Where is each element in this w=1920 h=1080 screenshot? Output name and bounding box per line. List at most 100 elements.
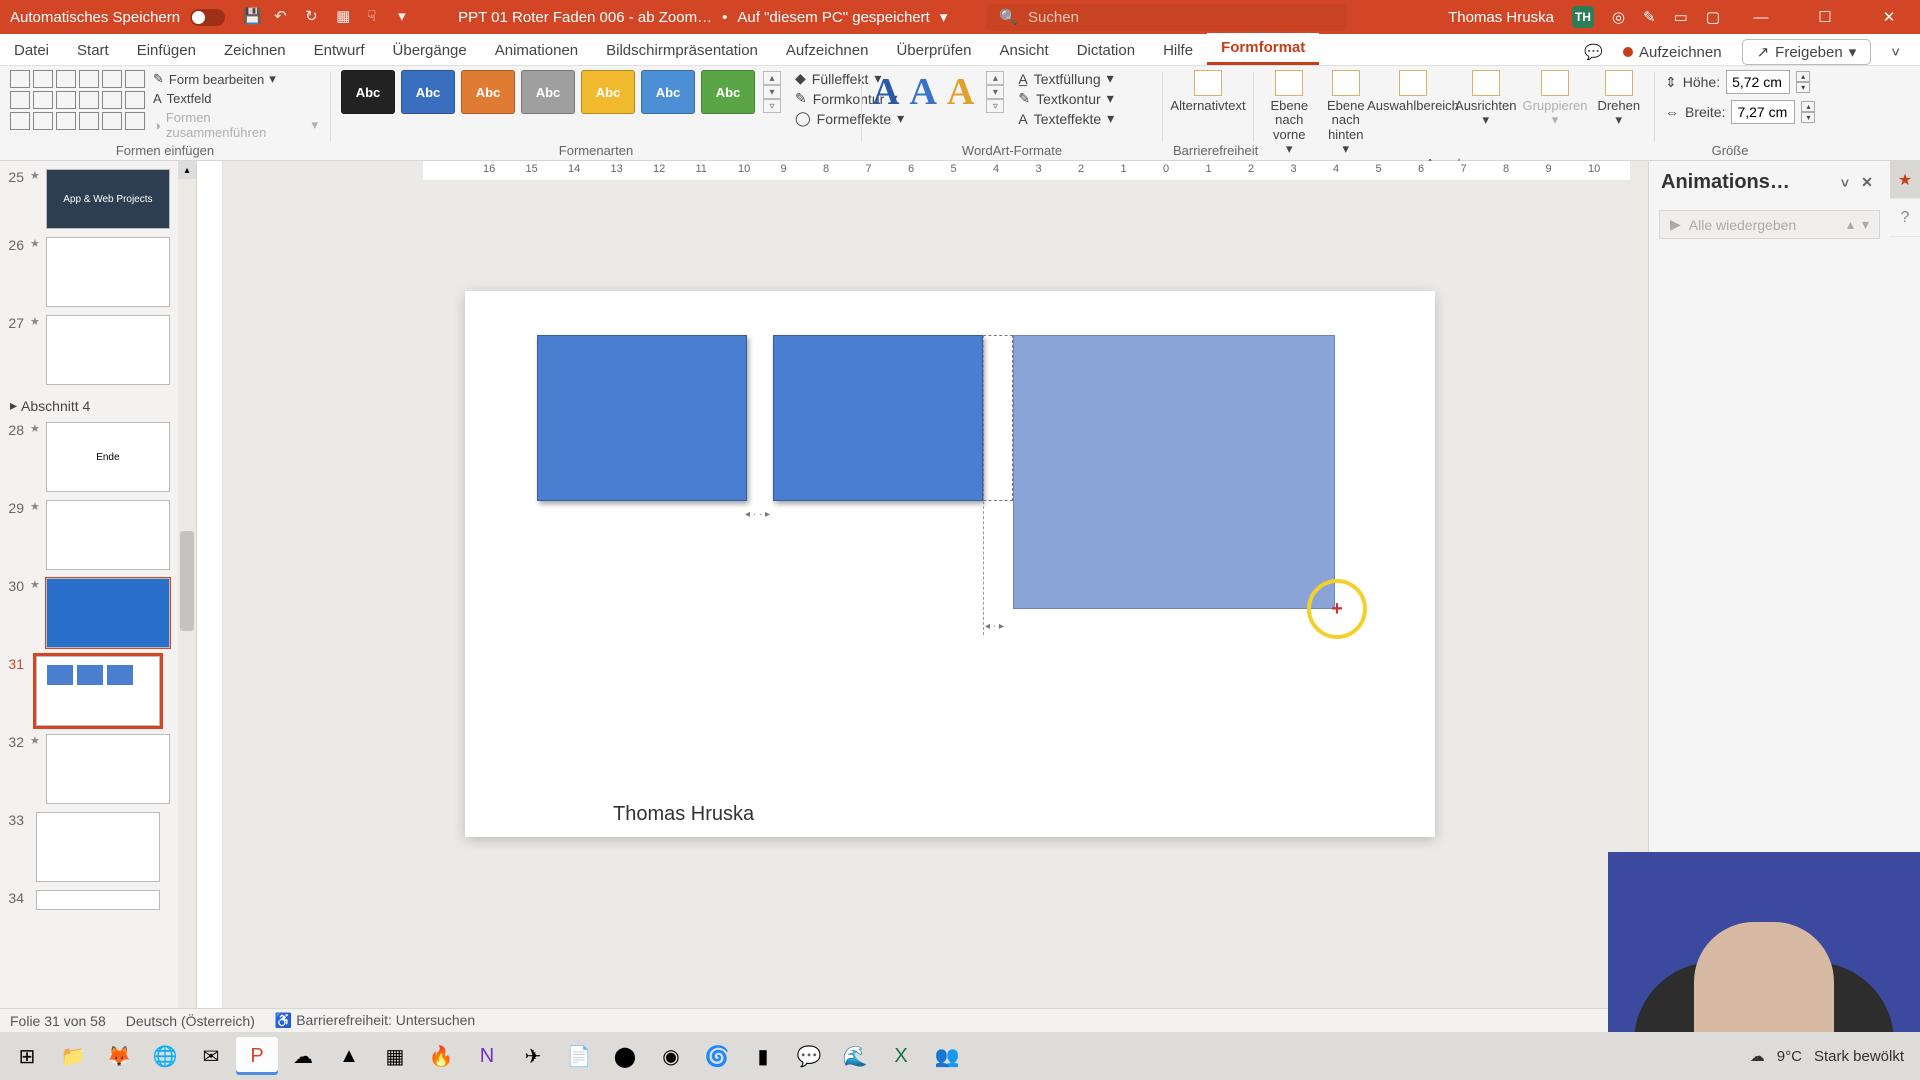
collapse-ribbon-icon[interactable]: ˅ [1891, 44, 1900, 61]
style-swatch-4[interactable]: Abc [521, 70, 575, 114]
tb-outlook[interactable]: ✉ [190, 1037, 232, 1075]
animpane-close-icon[interactable]: ✕ [1856, 172, 1878, 194]
gallery-scroll[interactable]: ▴▾▿ [763, 71, 781, 113]
present-icon[interactable]: ◎ [1612, 8, 1625, 26]
tb-firefox[interactable]: 🦊 [98, 1037, 140, 1075]
shapes-gallery[interactable] [10, 70, 145, 130]
tab-datei[interactable]: Datei [0, 36, 63, 65]
saved-location[interactable]: Auf "diesem PC" gespeichert [737, 9, 929, 26]
autosave-toggle[interactable] [190, 9, 225, 26]
slide-thumb-32[interactable] [46, 734, 170, 804]
shape-rect-drawing[interactable] [1013, 335, 1335, 609]
style-swatch-1[interactable]: Abc [341, 70, 395, 114]
tab-hilfe[interactable]: Hilfe [1149, 36, 1207, 65]
tb-chrome[interactable]: 🌐 [144, 1037, 186, 1075]
share-button[interactable]: ↗ Freigeben ▾ [1742, 39, 1872, 65]
save-icon[interactable]: 💾 [243, 7, 263, 27]
selection-pane-button[interactable]: Auswahlbereich [1377, 70, 1449, 113]
align-button[interactable]: Ausrichten▾ [1455, 70, 1516, 128]
slidepanel-scrollbar[interactable]: ▴ ▾ [178, 161, 196, 1050]
start-button[interactable]: ⊞ [6, 1037, 48, 1075]
slide-thumb-33[interactable] [36, 812, 160, 882]
edit-shape-button[interactable]: ✎Form bearbeiten ▾ [151, 70, 320, 88]
style-swatch-6[interactable]: Abc [641, 70, 695, 114]
width-spinner[interactable]: ▴▾ [1801, 101, 1815, 123]
tb-app6[interactable]: 🌀 [696, 1037, 738, 1075]
style-swatch-3[interactable]: Abc [461, 70, 515, 114]
slide-thumb-26[interactable] [46, 237, 170, 307]
tab-animationen[interactable]: Animationen [481, 36, 592, 65]
tb-app3[interactable]: 🔥 [420, 1037, 462, 1075]
tb-app1[interactable]: ☁ [282, 1037, 324, 1075]
width-input[interactable] [1731, 100, 1795, 124]
ribbon-opts-icon[interactable]: ▢ [1706, 8, 1720, 26]
style-swatch-2[interactable]: Abc [401, 70, 455, 114]
wordart-3[interactable]: A [947, 70, 974, 114]
redo-icon[interactable]: ↻ [305, 7, 325, 27]
draw-icon[interactable]: ✎ [1643, 8, 1656, 26]
maximize-button[interactable]: ☐ [1802, 0, 1848, 34]
undo-icon[interactable]: ↶ [274, 7, 294, 27]
slide-thumb-30[interactable] [46, 578, 170, 648]
qat-more-icon[interactable]: ▾ [398, 7, 418, 27]
style-swatch-7[interactable]: Abc [701, 70, 755, 114]
wordart-2[interactable]: A [909, 70, 936, 114]
slide-thumb-31[interactable] [36, 656, 160, 726]
slide-thumb-25[interactable]: App & Web Projects [46, 169, 170, 229]
height-spinner[interactable]: ▴▾ [1796, 71, 1810, 93]
system-tray[interactable]: ☁ 9°C Stark bewölkt [1750, 1047, 1914, 1065]
canvas-area[interactable]: 1615141312111098765432101234567891011121… [197, 161, 1648, 1050]
record-button[interactable]: Aufzeichnen [1623, 44, 1722, 61]
tb-explorer[interactable]: 📁 [52, 1037, 94, 1075]
tb-telegram[interactable]: ✈ [512, 1037, 554, 1075]
slide-canvas[interactable]: ◂ · · ▸ ◂ · ▸ Thomas Hruska [465, 291, 1435, 837]
sidetab-animations[interactable]: ★ [1890, 161, 1920, 199]
window-icon[interactable]: ▭ [1674, 8, 1688, 26]
rotate-button[interactable]: Drehen▾ [1594, 70, 1645, 128]
tab-formformat[interactable]: Formformat [1207, 33, 1319, 65]
height-input[interactable] [1726, 70, 1790, 94]
slide-panel[interactable]: 25★ App & Web Projects 26★ 27★ ▸ Abschni… [0, 161, 197, 1050]
text-fill-button[interactable]: A̲Textfüllung ▾ [1018, 70, 1114, 87]
slide-thumb-29[interactable] [46, 500, 170, 570]
search-box[interactable]: 🔍 Suchen [987, 4, 1347, 31]
wordart-scroll[interactable]: ▴▾▿ [986, 71, 1004, 113]
title-dropdown-icon[interactable]: ▾ [940, 8, 948, 26]
style-swatch-5[interactable]: Abc [581, 70, 635, 114]
slide-thumb-28[interactable]: Ende [46, 422, 170, 492]
wordart-1[interactable]: A [872, 70, 899, 114]
minimize-button[interactable]: — [1738, 0, 1784, 34]
tab-ansicht[interactable]: Ansicht [986, 36, 1063, 65]
document-title[interactable]: PPT 01 Roter Faden 006 - ab Zoom… [458, 9, 712, 26]
tab-aufzeichnen[interactable]: Aufzeichnen [772, 36, 883, 65]
comments-icon[interactable]: 💬 [1584, 43, 1603, 61]
accessibility-link[interactable]: ♿ Barrierefreiheit: Untersuchen [275, 1012, 475, 1029]
user-name[interactable]: Thomas Hruska [1448, 9, 1554, 26]
tab-zeichnen[interactable]: Zeichnen [210, 36, 300, 65]
tb-app2[interactable]: ▦ [374, 1037, 416, 1075]
tb-vlc[interactable]: ▲ [328, 1037, 370, 1075]
tab-einfuegen[interactable]: Einfügen [123, 36, 210, 65]
alt-text-button[interactable]: Alternativtext [1172, 70, 1244, 113]
sidetab-help[interactable]: ? [1890, 199, 1920, 237]
slide-position[interactable]: Folie 31 von 58 [10, 1013, 106, 1029]
tb-powerpoint[interactable]: P [236, 1037, 278, 1075]
language-indicator[interactable]: Deutsch (Österreich) [126, 1013, 255, 1029]
tab-entwurf[interactable]: Entwurf [300, 36, 379, 65]
slide-thumb-34[interactable] [36, 890, 160, 910]
tb-edge[interactable]: 🌊 [834, 1037, 876, 1075]
tb-app4[interactable]: 📄 [558, 1037, 600, 1075]
tb-excel[interactable]: X [880, 1037, 922, 1075]
tb-obs[interactable]: ⬤ [604, 1037, 646, 1075]
tb-app8[interactable]: 💬 [788, 1037, 830, 1075]
send-backward-button[interactable]: Ebene nach hinten▾ [1321, 70, 1372, 156]
user-avatar[interactable]: TH [1572, 6, 1594, 28]
tab-start[interactable]: Start [63, 36, 123, 65]
shape-rect-2[interactable] [773, 335, 983, 501]
touch-icon[interactable]: ☟ [367, 7, 387, 27]
textbox-button[interactable]: ATextfeld [151, 90, 320, 107]
text-outline-button[interactable]: ✎Textkontur ▾ [1018, 90, 1114, 107]
tb-app7[interactable]: ▮ [742, 1037, 784, 1075]
bring-forward-button[interactable]: Ebene nach vorne▾ [1264, 70, 1315, 156]
scroll-up-icon[interactable]: ▴ [178, 161, 196, 179]
